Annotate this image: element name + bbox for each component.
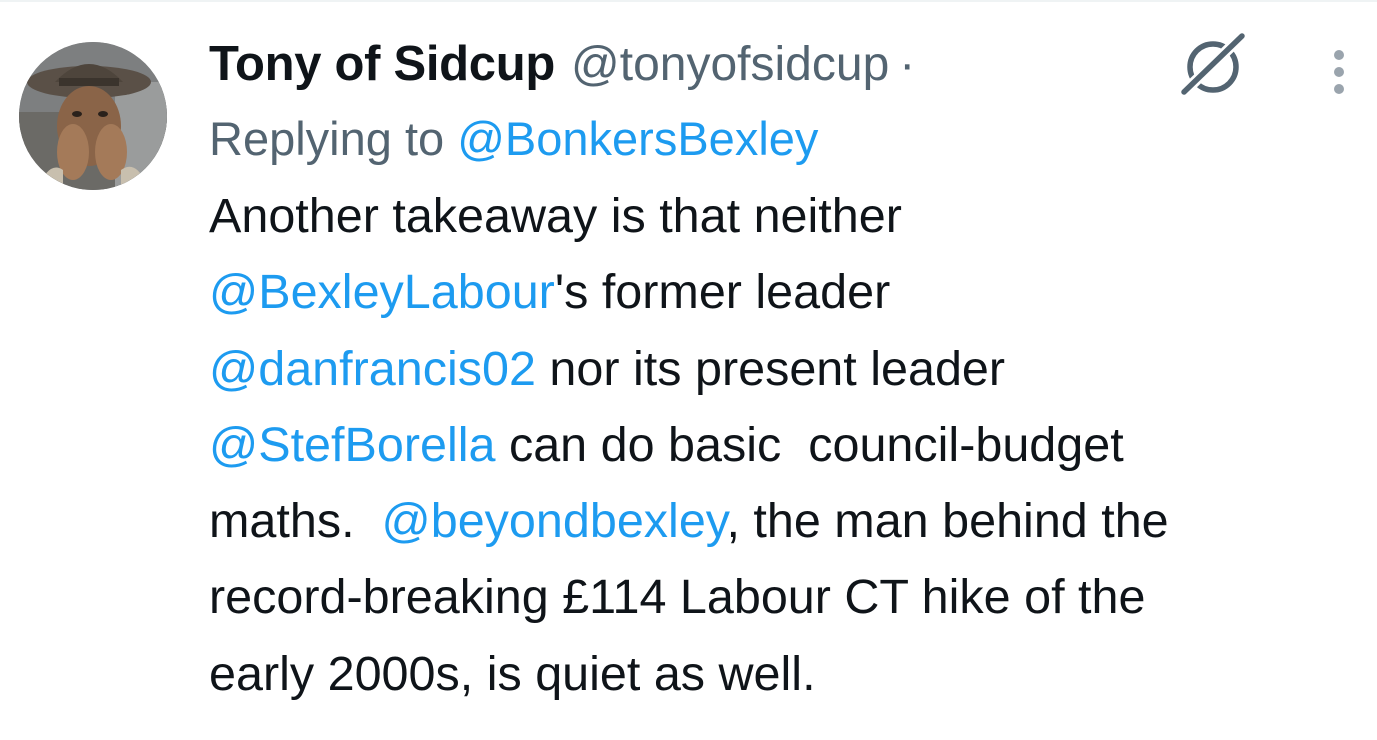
text-run: Another takeaway is that neither bbox=[209, 189, 902, 243]
author-display-name[interactable]: Tony of Sidcup bbox=[209, 28, 555, 100]
header-separator: · bbox=[899, 38, 916, 91]
avatar[interactable] bbox=[19, 42, 167, 190]
text-run: maths. bbox=[209, 494, 382, 549]
mention-danfrancis02[interactable]: @danfrancis02 bbox=[209, 342, 536, 396]
text-run: , the man behind the bbox=[726, 494, 1169, 549]
tweet-text-line: @BexleyLabour's former leader bbox=[209, 254, 1369, 330]
tweet-text-line: @danfrancis02 nor its present leader bbox=[209, 331, 1369, 407]
grok-button[interactable] bbox=[1176, 30, 1248, 102]
mention-stefborella[interactable]: @StefBorella bbox=[209, 418, 495, 472]
tweet-text: Another takeaway is that neither @Bexley… bbox=[209, 178, 1369, 712]
more-options-button[interactable] bbox=[1314, 42, 1364, 102]
tweet-text-line: record-breaking £114 Labour CT hike of t… bbox=[209, 559, 1369, 635]
text-run: can do basic council-budget bbox=[495, 417, 1124, 472]
text-run: 's former leader bbox=[554, 265, 891, 320]
tweet-body: Tony of Sidcup @tonyofsidcup · Replying … bbox=[209, 28, 1369, 712]
text-run: early 2000s, is quiet as well. bbox=[209, 646, 816, 701]
grok-icon bbox=[1178, 30, 1248, 98]
author-handle[interactable]: @tonyofsidcup bbox=[571, 29, 889, 101]
mention-beyondbexley[interactable]: @beyondbexley bbox=[382, 494, 727, 548]
text-run: record-breaking £114 Labour CT hike of t… bbox=[209, 570, 1146, 625]
text-run: nor its present leader bbox=[535, 341, 1006, 396]
more-vertical-icon bbox=[1334, 50, 1344, 94]
tweet-text-line: Another takeaway is that neither bbox=[209, 178, 1369, 254]
tweet-text-line: maths. @beyondbexley, the man behind the bbox=[209, 483, 1369, 559]
avatar-photo bbox=[19, 42, 167, 190]
top-divider bbox=[0, 0, 1377, 2]
mention-bexleylabour[interactable]: @BexleyLabour bbox=[209, 265, 555, 319]
reply-target-mention[interactable]: @BonkersBexley bbox=[457, 112, 818, 165]
replying-to: Replying to @BonkersBexley bbox=[209, 100, 1369, 178]
replying-to-prefix: Replying to bbox=[209, 112, 458, 165]
tweet-text-line: early 2000s, is quiet as well. bbox=[209, 636, 1369, 712]
tweet-text-line: @StefBorella can do basic council-budget bbox=[209, 407, 1369, 483]
